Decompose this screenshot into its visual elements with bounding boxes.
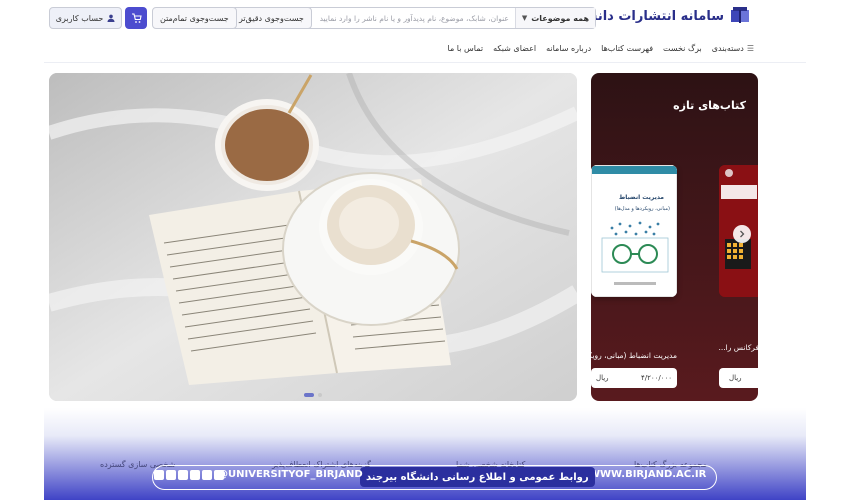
exact-search-button[interactable]: جست‌وجوی دقیق‌تر [231, 7, 312, 29]
page: سامانه انتشارات دانشگاهی همه موضوعات ▼ ج… [44, 0, 806, 500]
nav-item-home[interactable]: برگ نخست [663, 44, 702, 53]
price-currency: ریال [596, 374, 609, 382]
banner-slogan-text: روابط عمومی و اطلاع رسانی دانشگاه بیرجند [366, 471, 589, 483]
nav-item-categories[interactable]: ☰ دسته‌بندی [712, 44, 754, 53]
exact-search-label: جست‌وجوی دقیق‌تر [239, 13, 304, 23]
hero-slider[interactable] [49, 73, 577, 401]
cart-button[interactable] [125, 7, 147, 29]
main-nav: ☰ دسته‌بندی برگ نخست فهرست کتاب‌ها دربار… [448, 40, 754, 56]
chevron-down-icon: ▼ [521, 14, 528, 22]
menu-icon: ☰ [746, 43, 754, 53]
website-link[interactable]: WWW.BIRJAND.AC.IR [575, 469, 706, 480]
account-button[interactable]: حساب کاربری [49, 7, 122, 29]
book-card[interactable]: مدیریت انضباط (مبانی، رویکردها و مدل‌ها) [591, 165, 677, 297]
instagram-icon[interactable] [154, 470, 164, 480]
website-label: WWW.BIRJAND.AC.IR [589, 469, 707, 480]
category-select-label: همه موضوعات [531, 13, 589, 23]
social-handle[interactable]: @UNIVERSITYOF_BIRJAND [218, 469, 363, 480]
header: سامانه انتشارات دانشگاهی همه موضوعات ▼ ج… [44, 0, 806, 36]
account-label: حساب کاربری [55, 13, 104, 23]
category-select[interactable]: همه موضوعات ▼ [514, 8, 595, 28]
hero-pagination [304, 393, 322, 397]
hero-image [49, 73, 577, 401]
nav-item-label: تماس با ما [447, 43, 484, 53]
nav-item-label: فهرست کتاب‌ها [601, 43, 654, 53]
book-price[interactable]: ریال [719, 368, 758, 388]
search-bar: همه موضوعات ▼ [274, 7, 596, 29]
nav-item-about[interactable]: درباره سامانه [546, 44, 591, 53]
twitter-icon[interactable] [190, 470, 200, 480]
book-title[interactable]: فرکانس را... [719, 343, 758, 352]
price-value: ۴/۲۰۰/۰۰۰ [640, 374, 672, 382]
fulltext-search-button[interactable]: جست‌وجوی تمام‌متن [152, 7, 237, 29]
new-books-panel: کتاب‌های تازه مدیریت انضباط (مبانی، رویک… [591, 73, 758, 401]
fulltext-search-label: جست‌وجوی تمام‌متن [160, 13, 229, 23]
new-books-title: کتاب‌های تازه [673, 99, 746, 112]
banner-slogan: روابط عمومی و اطلاع رسانی دانشگاه بیرجند [360, 467, 595, 487]
nav-item-label: اعضای شبکه [493, 43, 537, 53]
social-banner: WWW.BIRJAND.AC.IR روابط عمومی و اطلاع رس… [0, 461, 850, 493]
book-title[interactable]: مدیریت انضباط (مبانی، رویکرد [591, 351, 677, 360]
book-logo-icon [731, 7, 749, 23]
nav-item-members[interactable]: اعضای شبکه [493, 44, 536, 53]
bale-icon[interactable] [214, 470, 224, 480]
aparat-icon[interactable] [178, 470, 188, 480]
telegram-icon[interactable] [166, 470, 176, 480]
user-icon [107, 14, 115, 22]
book-cover: مدیریت انضباط (مبانی، رویکردها و مدل‌ها) [591, 165, 677, 297]
book-price[interactable]: ریال ۴/۲۰۰/۰۰۰ [591, 368, 677, 388]
nav-item-label: دسته‌بندی [711, 43, 744, 53]
nav-item-contact[interactable]: تماس با ما [448, 44, 484, 53]
header-divider [44, 62, 806, 63]
cart-icon [131, 12, 142, 23]
price-currency: ریال [729, 374, 742, 382]
hero-dot[interactable] [318, 393, 322, 397]
cover-illustration [592, 166, 677, 285]
chevron-right-icon [740, 230, 745, 238]
social-icons [154, 470, 224, 480]
nav-item-label: برگ نخست [663, 43, 702, 53]
nav-item-label: درباره سامانه [546, 43, 592, 53]
carousel-next-button[interactable] [733, 225, 751, 243]
hero-dot-active[interactable] [304, 393, 314, 397]
nav-item-book-list[interactable]: فهرست کتاب‌ها [601, 44, 653, 53]
eitaa-icon[interactable] [202, 470, 212, 480]
search-input[interactable] [297, 8, 515, 28]
